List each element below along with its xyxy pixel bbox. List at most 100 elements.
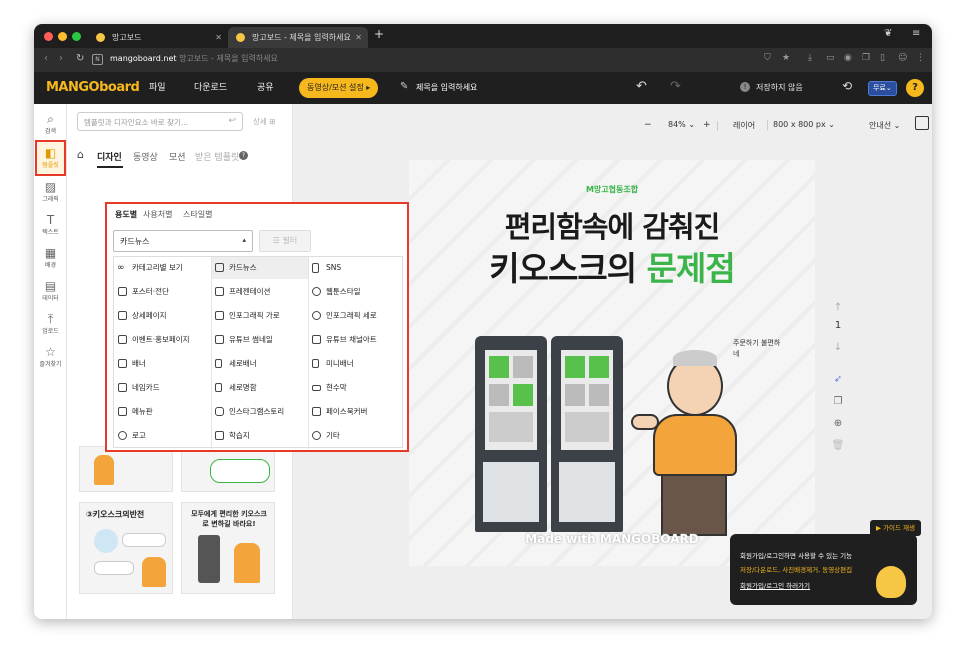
close-tab-icon[interactable]: ✕ — [355, 27, 362, 48]
add-page-icon[interactable]: ⊕ — [831, 418, 845, 429]
more-menu-icon[interactable]: ⋮ — [916, 53, 925, 63]
menu-download[interactable]: 다운로드 — [194, 72, 227, 104]
duplicate-page-icon[interactable]: ❐ — [831, 396, 845, 407]
help-button[interactable]: ? — [906, 79, 924, 97]
url-field[interactable]: mangoboard.net 망고보드 - 제목을 입력하세요 — [110, 53, 278, 64]
sidebar-item-background[interactable]: ▦ 배경 — [34, 246, 67, 269]
option-other[interactable]: 기타 — [308, 425, 340, 447]
mangoboard-logo[interactable]: MANGOboard — [46, 80, 140, 95]
zoom-level[interactable]: 84% ⌄ — [668, 120, 695, 129]
design-canvas[interactable]: M망고협동조합 편리함속에 감춰진 키오스크의 문제점 주문하기 불편하네 Ma… — [409, 160, 815, 566]
option-event-page[interactable]: 이벤트·홍보페이지 — [114, 329, 190, 351]
video-icon[interactable]: ▭ — [826, 53, 835, 63]
option-instagram-story[interactable]: 인스타그램스토리 — [211, 401, 284, 423]
tab-design[interactable]: 디자인 — [97, 150, 122, 163]
category-select[interactable]: 카드뉴스 ▴ — [113, 230, 253, 252]
shield-icon[interactable]: ⛉ — [764, 53, 771, 63]
filter-button[interactable]: ☰ 필터 — [259, 230, 311, 252]
home-icon[interactable]: ⌂ — [77, 148, 84, 161]
close-tab-icon[interactable]: ✕ — [215, 27, 222, 48]
copy-icon[interactable]: ❐ — [862, 53, 870, 63]
option-mini-banner[interactable]: 미니배너 — [308, 353, 354, 375]
sidebar-item-graphic[interactable]: ▨ 그래픽 — [34, 180, 67, 203]
forward-icon[interactable]: › — [59, 53, 63, 64]
tab-received[interactable]: 받은 템플릿 — [195, 150, 239, 163]
sidebar-item-search[interactable]: ⌕ 검색 — [34, 112, 67, 135]
new-tab-button[interactable]: + — [374, 27, 384, 41]
option-banner[interactable]: 배너 — [114, 353, 146, 375]
zoom-in-button[interactable]: + — [703, 120, 711, 130]
account-icon[interactable]: ☺ — [898, 53, 907, 63]
option-sns[interactable]: SNS — [308, 257, 341, 279]
undo-icon[interactable]: ↶ — [636, 79, 647, 94]
sidebar-item-text[interactable]: T 텍스트 — [34, 213, 67, 236]
close-window-button[interactable] — [44, 32, 53, 41]
tab-video[interactable]: 동영상 — [133, 150, 158, 163]
sidebar-item-data[interactable]: ▤ 데이터 — [34, 279, 67, 302]
rocket-icon[interactable]: ➶ — [831, 374, 845, 385]
option-webtoon[interactable]: 웹툰스타일 — [308, 281, 361, 303]
canvas-size-select[interactable]: 800 x 800 px ⌄ — [773, 120, 835, 129]
back-icon[interactable]: ‹ — [44, 53, 48, 64]
option-worksheet[interactable]: 학습지 — [211, 425, 250, 447]
option-logo[interactable]: 로고 — [114, 425, 146, 447]
option-youtube-channel-art[interactable]: 유튜브 채널아트 — [308, 329, 377, 351]
plan-badge[interactable]: 무료⌄ — [868, 81, 897, 96]
option-placard[interactable]: 현수막 — [308, 377, 347, 399]
guide-play-button[interactable]: ▶ 가이드 재생 — [870, 520, 922, 536]
headline-line-2[interactable]: 키오스크의 문제점 — [409, 242, 815, 290]
option-poster[interactable]: 포스터·전단 — [114, 281, 169, 303]
zoom-out-button[interactable]: − — [644, 120, 652, 130]
option-vertical-name-card[interactable]: 세로명함 — [211, 377, 257, 399]
template-thumbnail[interactable]: ③키오스크의반전 — [79, 502, 173, 594]
motion-settings-button[interactable]: 동영상/모션 설정 ▸ — [299, 78, 379, 98]
option-name-card[interactable]: 네임카드 — [114, 377, 160, 399]
option-card-news[interactable]: 카드뉴스 — [211, 257, 257, 279]
option-menu-board[interactable]: 메뉴판 — [114, 401, 153, 423]
signup-link[interactable]: 회원가입/로그인 하러가기 — [740, 580, 810, 590]
page-down-icon[interactable]: ↓ — [831, 342, 845, 353]
reload-icon[interactable]: ↻ — [76, 53, 84, 64]
redo-icon[interactable]: ↷ — [670, 79, 681, 94]
option-facebook-cover[interactable]: 페이스북커버 — [308, 401, 367, 423]
page-up-icon[interactable]: ↑ — [831, 302, 845, 313]
single-page-view-button[interactable] — [915, 116, 929, 130]
option-infographic-horizontal[interactable]: 인포그래픽 가로 — [211, 305, 280, 327]
subtab-by-style[interactable]: 스타일별 — [183, 209, 212, 220]
menu-share[interactable]: 공유 — [257, 72, 274, 104]
template-thumbnail[interactable] — [181, 446, 275, 492]
help-circle-icon[interactable]: ? — [239, 151, 248, 160]
browser-tab-1[interactable]: 망고보드 ✕ — [88, 27, 228, 48]
subtab-by-usage[interactable]: 사용처별 — [143, 209, 172, 220]
zoom-window-button[interactable] — [72, 32, 81, 41]
option-presentation[interactable]: 프레젠테이션 — [211, 281, 270, 303]
camera-icon[interactable]: ◉ — [844, 53, 852, 63]
layer-button[interactable]: 레이어 — [733, 120, 755, 131]
reader-n-icon[interactable]: N — [92, 54, 103, 65]
download-icon[interactable]: ⤓ — [808, 53, 812, 63]
extension-bird-icon[interactable]: ❦ — [884, 28, 892, 39]
option-infographic-vertical[interactable]: 인포그래픽 세로 — [308, 305, 377, 327]
enter-icon[interactable]: ↩ — [228, 116, 236, 126]
title-input[interactable]: 제목을 입력하세요 — [416, 82, 477, 93]
history-icon[interactable]: ⟲ — [842, 79, 852, 93]
sidebar-item-upload[interactable]: ⤒ 업로드 — [34, 312, 67, 335]
option-youtube-thumbnail[interactable]: 유튜브 썸네일 — [211, 329, 273, 351]
menu-file[interactable]: 파일 — [149, 72, 166, 104]
tab-motion[interactable]: 모션 — [169, 150, 186, 163]
sidebar-item-favorites[interactable]: ☆ 즐겨찾기 — [34, 345, 67, 368]
minimize-window-button[interactable] — [58, 32, 67, 41]
guide-select[interactable]: 안내선 ⌄ — [869, 120, 900, 131]
option-category-view[interactable]: ∞ 카테고리별 보기 — [114, 257, 183, 279]
bookmark-star-icon[interactable]: ★ — [782, 53, 790, 63]
tab-menu-icon[interactable]: ≡ — [912, 28, 920, 39]
delete-page-icon[interactable]: 🗑 — [831, 440, 845, 451]
headline-line-1[interactable]: 편리함속에 감춰진 — [409, 204, 815, 246]
sidebar-item-template[interactable]: ◧ 템플릿 — [34, 146, 67, 169]
detail-search-button[interactable]: 상세 ⊞ — [253, 116, 275, 127]
template-thumbnail[interactable] — [79, 446, 173, 492]
template-search-input[interactable]: 템플릿과 디자인요소 바로 찾기... ↩ — [77, 112, 243, 131]
option-detail-page[interactable]: 상세페이지 — [114, 305, 167, 327]
sidebar-toggle-icon[interactable]: ▯ — [880, 53, 885, 63]
browser-tab-2[interactable]: 망고보드 - 제목을 입력하세요 ✕ — [228, 27, 368, 48]
